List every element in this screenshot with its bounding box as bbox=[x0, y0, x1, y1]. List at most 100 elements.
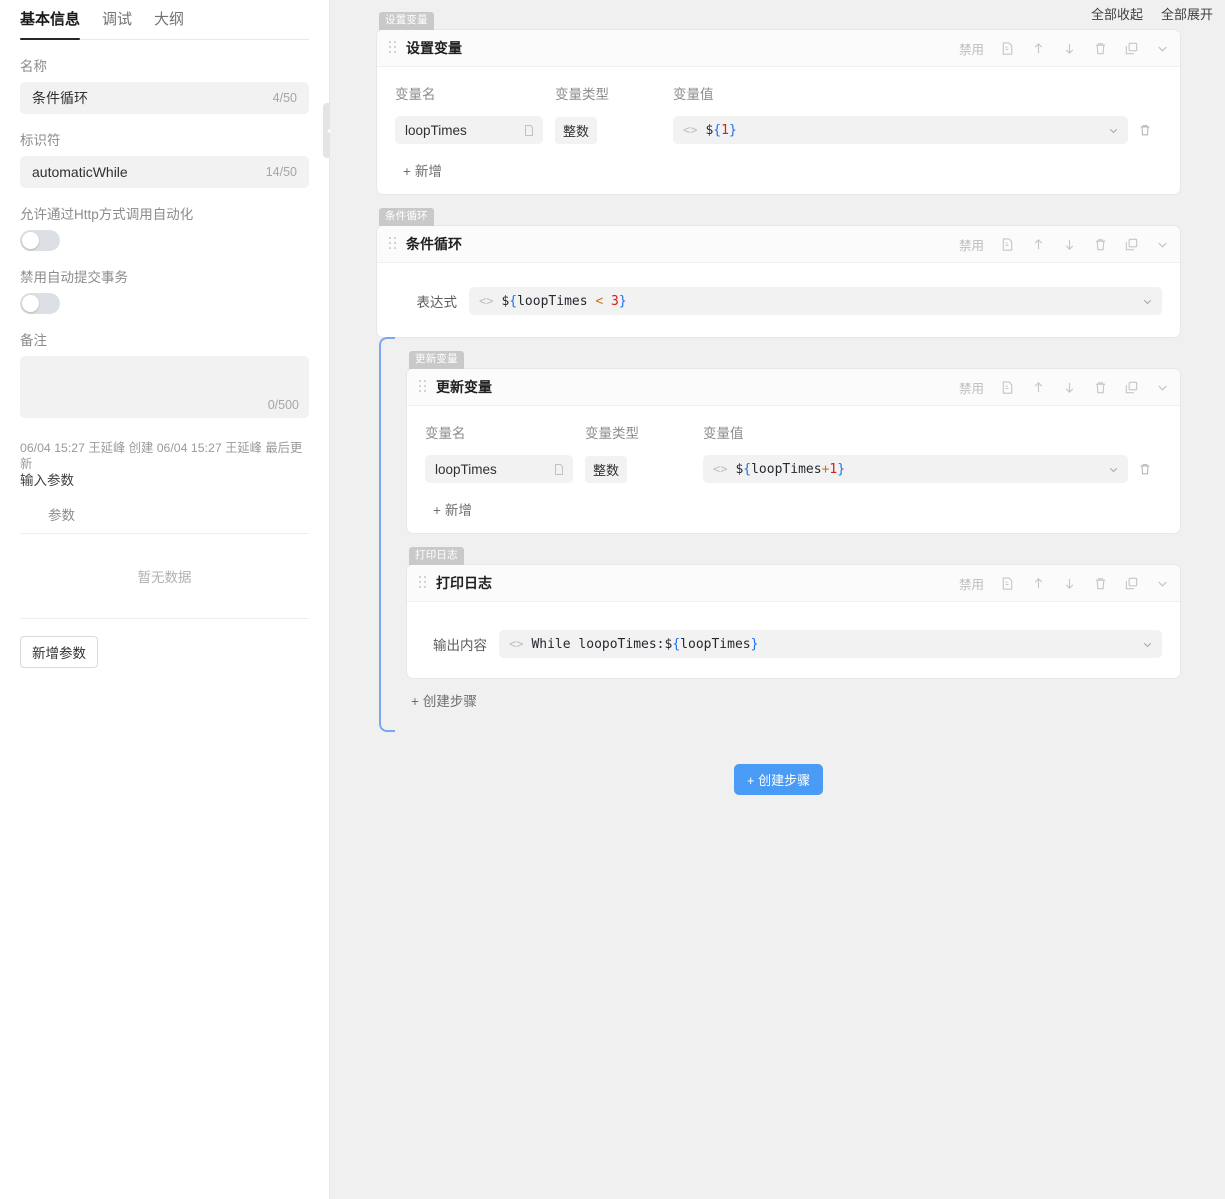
remark-label: 备注 bbox=[20, 332, 309, 349]
move-up-icon[interactable] bbox=[1031, 237, 1046, 252]
expression-label: 表达式 bbox=[377, 291, 469, 311]
flow-node-while-loop: 条件循环 条件循环 禁用 bbox=[377, 206, 1180, 732]
copy-icon[interactable] bbox=[1124, 237, 1139, 252]
delete-icon[interactable] bbox=[1093, 41, 1108, 56]
node-title: 更新变量 bbox=[436, 377, 492, 397]
note-icon[interactable] bbox=[1000, 41, 1015, 56]
plus-icon: + bbox=[433, 503, 441, 518]
table-row: loopTimes 整数 <> bbox=[395, 116, 1162, 148]
variable-type-value[interactable]: 整数 bbox=[555, 117, 597, 144]
expression-value: ${loopTimes < 3} bbox=[501, 294, 1133, 309]
tab-debug[interactable]: 调试 bbox=[102, 10, 132, 39]
chevron-down-icon[interactable] bbox=[1107, 463, 1120, 476]
flow-node-update-variable: 更新变量 更新变量 禁用 bbox=[407, 349, 1180, 533]
note-icon[interactable] bbox=[1000, 576, 1015, 591]
param-table: 参数 暂无数据 bbox=[20, 495, 309, 619]
drag-handle-icon[interactable] bbox=[389, 237, 397, 251]
output-content-input[interactable]: <> While loopoTimes:${loopTimes} bbox=[499, 630, 1162, 658]
tab-basic-info[interactable]: 基本信息 bbox=[20, 10, 80, 39]
copy-icon[interactable] bbox=[1124, 41, 1139, 56]
move-down-icon[interactable] bbox=[1062, 380, 1077, 395]
note-icon[interactable] bbox=[1000, 380, 1015, 395]
disable-button[interactable]: 禁用 bbox=[959, 39, 984, 58]
variable-name-cell: loopTimes bbox=[395, 116, 555, 144]
add-param-button[interactable]: 新增参数 bbox=[20, 636, 98, 668]
remark-textarea[interactable]: 0/500 bbox=[20, 356, 309, 418]
add-variable-button[interactable]: +新增 bbox=[395, 148, 442, 184]
canvas-toolbar: 全部收起 全部展开 bbox=[1091, 0, 1213, 23]
param-empty-state: 暂无数据 bbox=[20, 534, 309, 619]
app-root: 基本信息 调试 大纲 名称 条件循环 4/50 标识符 automaticWhi… bbox=[0, 0, 1225, 1199]
collapse-chevron-icon[interactable] bbox=[1155, 237, 1170, 252]
variable-value-input[interactable]: <> ${1} bbox=[673, 116, 1128, 144]
identifier-input[interactable]: automaticWhile 14/50 bbox=[20, 156, 309, 188]
move-up-icon[interactable] bbox=[1031, 41, 1046, 56]
http-toggle-knob bbox=[22, 232, 39, 249]
node-card: 设置变量 禁用 bbox=[377, 30, 1180, 194]
autocommit-toggle[interactable] bbox=[20, 293, 60, 314]
node-header: 设置变量 禁用 bbox=[377, 30, 1180, 67]
node-tag: 更新变量 bbox=[409, 351, 464, 369]
node-header: 更新变量 禁用 bbox=[407, 369, 1180, 406]
node-card: 打印日志 禁用 bbox=[407, 565, 1180, 678]
collapse-all-button[interactable]: 全部收起 bbox=[1091, 4, 1143, 23]
create-step-button[interactable]: + 创建步骤 bbox=[734, 764, 823, 795]
code-icon: <> bbox=[509, 637, 523, 651]
move-down-icon[interactable] bbox=[1062, 576, 1077, 591]
variable-value-input[interactable]: <> ${loopTimes+1} bbox=[703, 455, 1128, 483]
move-up-icon[interactable] bbox=[1031, 576, 1046, 591]
move-down-icon[interactable] bbox=[1062, 41, 1077, 56]
variable-name-input[interactable]: loopTimes bbox=[425, 455, 573, 483]
move-up-icon[interactable] bbox=[1031, 380, 1046, 395]
variable-name-cell: loopTimes bbox=[425, 455, 585, 483]
identifier-input-value: automaticWhile bbox=[32, 164, 266, 180]
code-icon: <> bbox=[683, 123, 697, 137]
sidebar-tabs: 基本信息 调试 大纲 bbox=[20, 0, 309, 40]
identifier-label: 标识符 bbox=[20, 132, 309, 149]
copy-small-icon[interactable] bbox=[553, 463, 565, 476]
copy-icon[interactable] bbox=[1124, 380, 1139, 395]
code-icon: <> bbox=[479, 294, 493, 308]
disable-button[interactable]: 禁用 bbox=[959, 378, 984, 397]
http-toggle-label: 允许通过Http方式调用自动化 bbox=[20, 206, 309, 223]
delete-row-button[interactable] bbox=[1128, 123, 1162, 137]
disable-button[interactable]: 禁用 bbox=[959, 235, 984, 254]
copy-icon[interactable] bbox=[1124, 576, 1139, 591]
chevron-down-icon[interactable] bbox=[1107, 124, 1120, 137]
tab-outline[interactable]: 大纲 bbox=[154, 10, 184, 39]
add-variable-button[interactable]: +新增 bbox=[425, 487, 472, 523]
delete-icon[interactable] bbox=[1093, 380, 1108, 395]
delete-row-button[interactable] bbox=[1128, 462, 1162, 476]
copy-small-icon[interactable] bbox=[523, 124, 535, 137]
drag-handle-icon[interactable] bbox=[419, 576, 427, 590]
left-sidebar: 基本信息 调试 大纲 名称 条件循环 4/50 标识符 automaticWhi… bbox=[0, 0, 330, 1199]
flow-node-print-log: 打印日志 打印日志 禁用 bbox=[407, 545, 1180, 678]
node-title: 设置变量 bbox=[406, 38, 462, 58]
variable-value-expression: ${1} bbox=[705, 123, 1099, 138]
drag-handle-icon[interactable] bbox=[389, 41, 397, 55]
note-icon[interactable] bbox=[1000, 237, 1015, 252]
variable-type-value[interactable]: 整数 bbox=[585, 456, 627, 483]
chevron-down-icon[interactable] bbox=[1141, 295, 1154, 308]
disable-button[interactable]: 禁用 bbox=[959, 574, 984, 593]
collapse-chevron-icon[interactable] bbox=[1155, 41, 1170, 56]
name-input[interactable]: 条件循环 4/50 bbox=[20, 82, 309, 114]
expand-all-button[interactable]: 全部展开 bbox=[1161, 4, 1213, 23]
chevron-down-icon[interactable] bbox=[1141, 638, 1154, 651]
node-card: 条件循环 禁用 bbox=[377, 226, 1180, 337]
delete-icon[interactable] bbox=[1093, 576, 1108, 591]
delete-icon[interactable] bbox=[1093, 237, 1108, 252]
variable-name-input[interactable]: loopTimes bbox=[395, 116, 543, 144]
audit-meta-text: 06/04 15:27 王延峰 创建 06/04 15:27 王延峰 最后更新 bbox=[20, 441, 302, 471]
http-toggle[interactable] bbox=[20, 230, 60, 251]
node-body: 变量名 变量类型 变量值 loopTimes bbox=[407, 406, 1180, 533]
variable-table-header: 变量名 变量类型 变量值 bbox=[395, 83, 1162, 116]
move-down-icon[interactable] bbox=[1062, 237, 1077, 252]
drag-handle-icon[interactable] bbox=[419, 380, 427, 394]
loop-add-step-button[interactable]: +创建步骤 bbox=[407, 678, 477, 714]
collapse-chevron-icon[interactable] bbox=[1155, 576, 1170, 591]
collapse-chevron-icon[interactable] bbox=[1155, 380, 1170, 395]
col-variable-value: 变量值 bbox=[703, 422, 1162, 442]
expression-input[interactable]: <> ${loopTimes < 3} bbox=[469, 287, 1162, 315]
variable-type-cell: 整数 bbox=[555, 117, 673, 144]
